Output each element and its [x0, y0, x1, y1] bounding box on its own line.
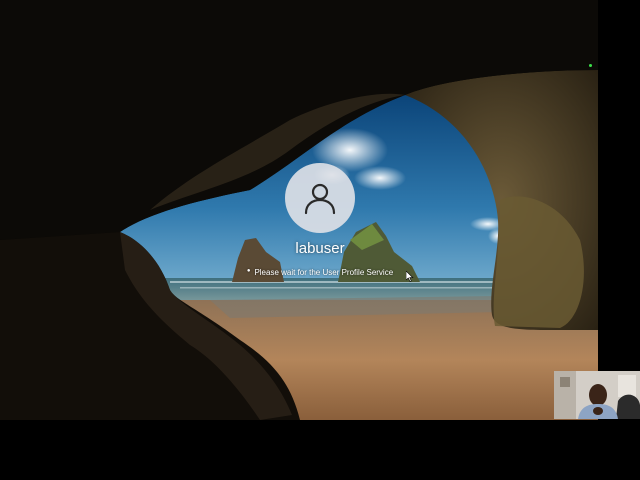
- webcam-overlay: [554, 371, 640, 419]
- user-avatar: [285, 163, 355, 233]
- mouse-pointer-icon: [406, 271, 414, 282]
- loading-spinner-icon: ●: [246, 267, 251, 274]
- status-message: Please wait for the User Profile Service: [254, 268, 394, 277]
- lock-screen: labuser ● Please wait for the User Profi…: [0, 0, 598, 420]
- username-label: labuser: [295, 240, 345, 257]
- screen: labuser ● Please wait for the User Profi…: [0, 0, 640, 480]
- activity-indicator: [589, 64, 592, 67]
- status-row: ● Please wait for the User Profile Servi…: [150, 267, 490, 278]
- webcam-video-frame: [554, 371, 640, 419]
- user-silhouette-icon: [304, 183, 336, 215]
